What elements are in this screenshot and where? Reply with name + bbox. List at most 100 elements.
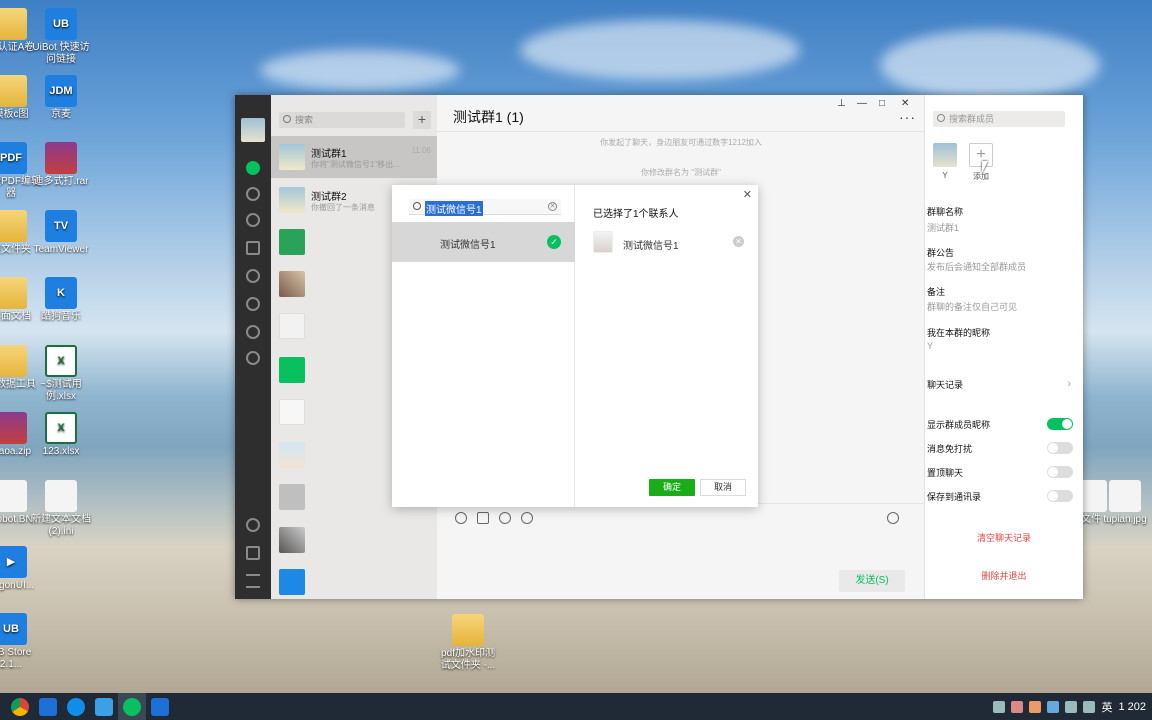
desktop-icon[interactable]: pdf加水印测试文件夹 -... [437, 614, 499, 672]
blue-icon: TV [45, 210, 77, 242]
cancel-button[interactable]: 取消 [700, 479, 746, 496]
chat-avatar [279, 144, 305, 170]
chat-avatar-cartoon[interactable] [279, 442, 305, 468]
dialog-close-icon[interactable]: ✕ [743, 188, 752, 201]
minimize-button[interactable]: — [857, 98, 867, 109]
desktop-icon[interactable]: ▶ LogonUI... [0, 546, 42, 592]
desktop-icon-label: LogonUI... [0, 580, 35, 591]
announcement-value[interactable]: 发布后会通知全部群成员 [927, 260, 1026, 273]
channels-icon[interactable] [246, 297, 260, 311]
tray-app-icon[interactable] [1029, 700, 1042, 713]
chat-avatar-china-mobile[interactable] [279, 399, 305, 425]
pin-icon[interactable]: ⊥ [837, 98, 846, 109]
chat-avatar-file-helper[interactable] [279, 229, 305, 255]
chat-history-icon[interactable] [521, 512, 533, 524]
desktop-icon[interactable]: tupian.jpg [1094, 480, 1152, 526]
desktop-icon-label: 迪多式打.rar [33, 176, 89, 187]
desktop-icon-label: UB Store 2.1... [0, 647, 32, 670]
look-icon[interactable] [246, 351, 260, 365]
chat-item-group1[interactable]: 测试群1 你将"测试微信号1"移出... 11:06 [271, 136, 437, 178]
volume-icon[interactable] [1083, 700, 1096, 713]
nickname-value[interactable]: Y [927, 341, 933, 351]
ime-indicator[interactable]: 英 [1101, 699, 1112, 715]
favorites-icon[interactable] [246, 213, 260, 227]
remove-contact-icon[interactable]: ✕ [733, 236, 744, 247]
call-icon[interactable] [887, 512, 899, 524]
toggle-label: 显示群成员昵称 [927, 420, 991, 430]
network-icon[interactable] [1065, 700, 1078, 713]
desktop-icon[interactable]: X 123.xlsx [30, 412, 92, 458]
mute-toggle[interactable] [1047, 442, 1073, 454]
remark-value[interactable]: 群聊的备注仅自己可见 [927, 300, 1017, 313]
blue-icon: PDF [0, 142, 27, 174]
taskbar-pdf[interactable] [90, 693, 118, 720]
show-nickname-toggle[interactable] [1047, 418, 1073, 430]
add-chat-button[interactable]: + [413, 111, 431, 129]
chat-avatar-calligraphy[interactable] [279, 313, 305, 339]
desktop-icon[interactable]: JDM 京麦 [30, 75, 92, 121]
clock[interactable]: 1 202 [1118, 701, 1146, 713]
taskbar-uibot[interactable] [34, 693, 62, 720]
desktop-icon[interactable]: 迪多式打.rar [30, 142, 92, 188]
phone-icon[interactable] [246, 546, 260, 560]
pin-chat-toggle[interactable] [1047, 466, 1073, 478]
tray-arrow-icon[interactable] [993, 700, 1006, 713]
pdf-icon [95, 697, 113, 716]
taskbar: 英 1 202 [0, 693, 1152, 720]
add-member-dialog: 测试微信号1 ✕ 测试微信号1 ✓ ✕ 已选择了1个联系人 测试微信号1 ✕ 确… [392, 185, 758, 507]
message-input-area[interactable]: 发送(S) [437, 503, 925, 599]
moments-icon[interactable] [246, 269, 260, 283]
chat-name: 测试群2 [311, 192, 347, 203]
member-search-input[interactable]: 搜索群成员 [933, 111, 1065, 127]
chat-time: 11:06 [411, 146, 431, 155]
taskbar-uibot-store[interactable] [146, 693, 174, 720]
contact-result-item[interactable]: 测试微信号1 ✓ [392, 222, 575, 262]
tray-app-icon[interactable] [1047, 700, 1060, 713]
desktop-icon[interactable]: 新建文本文档(2).ini [30, 480, 92, 538]
desktop-icon[interactable]: TV TeamViewer [30, 210, 92, 256]
chat-avatar-wechat-team[interactable] [279, 357, 305, 383]
miniprogram-icon[interactable] [246, 325, 260, 339]
contact-search-input[interactable]: 测试微信号1 ✕ [409, 199, 561, 216]
chat-avatar-default[interactable] [279, 484, 305, 510]
tray-app-icon[interactable] [1011, 700, 1024, 713]
chat-avatar-medical[interactable] [279, 569, 305, 595]
more-options-icon[interactable]: ··· [899, 109, 916, 125]
user-avatar[interactable] [241, 118, 265, 142]
close-button[interactable]: ✕ [901, 98, 909, 109]
delete-exit-button[interactable]: 删除并退出 [925, 569, 1083, 582]
menu-icon[interactable] [246, 574, 260, 588]
screenshot-icon[interactable] [499, 512, 511, 524]
desktop-icon[interactable]: UBUB Store 2.1... [0, 613, 42, 671]
desktop-icon[interactable]: K 酷狗音乐 [30, 277, 92, 323]
emoji-icon[interactable] [455, 512, 467, 524]
confirm-button[interactable]: 确定 [649, 479, 695, 496]
miniprogram-panel-icon[interactable] [246, 518, 260, 532]
desktop-icon[interactable]: X ~$测试用例.xlsx [30, 345, 92, 403]
file-icon[interactable] [477, 512, 489, 524]
wechat-nav-bar [235, 95, 271, 599]
desktop-icon[interactable]: UB UiBot 快速访问链接 [30, 8, 92, 66]
add-member-button[interactable]: + [969, 143, 993, 167]
folder-icon[interactable] [246, 241, 260, 255]
taskbar-chrome[interactable] [6, 693, 34, 720]
chat-search-input[interactable]: 搜索 [279, 112, 405, 128]
save-contacts-toggle[interactable] [1047, 490, 1073, 502]
clear-history-button[interactable]: 清空聊天记录 [925, 531, 1083, 544]
desktop-icon-label: UiBot 快速访问链接 [32, 42, 90, 65]
taskbar-wechat[interactable] [118, 693, 146, 720]
chat-avatar-group-photo[interactable] [279, 271, 305, 297]
group-name-value[interactable]: 测试群1 [927, 221, 959, 234]
maximize-button[interactable]: □ [879, 98, 885, 109]
member-avatar[interactable] [933, 143, 957, 167]
chat-avatar-photos[interactable] [279, 527, 305, 553]
desktop-icon-label: ~$测试用例.xlsx [40, 379, 82, 402]
chat-icon[interactable] [246, 161, 260, 175]
contacts-icon[interactable] [246, 187, 260, 201]
send-button[interactable]: 发送(S) [839, 570, 905, 592]
clear-search-icon[interactable]: ✕ [548, 202, 557, 211]
taskbar-teamviewer[interactable] [62, 693, 90, 720]
chat-history-link[interactable]: 聊天记录 [927, 378, 963, 391]
folder-icon [0, 345, 27, 377]
desktop-icon-label: TeamViewer [33, 244, 89, 255]
